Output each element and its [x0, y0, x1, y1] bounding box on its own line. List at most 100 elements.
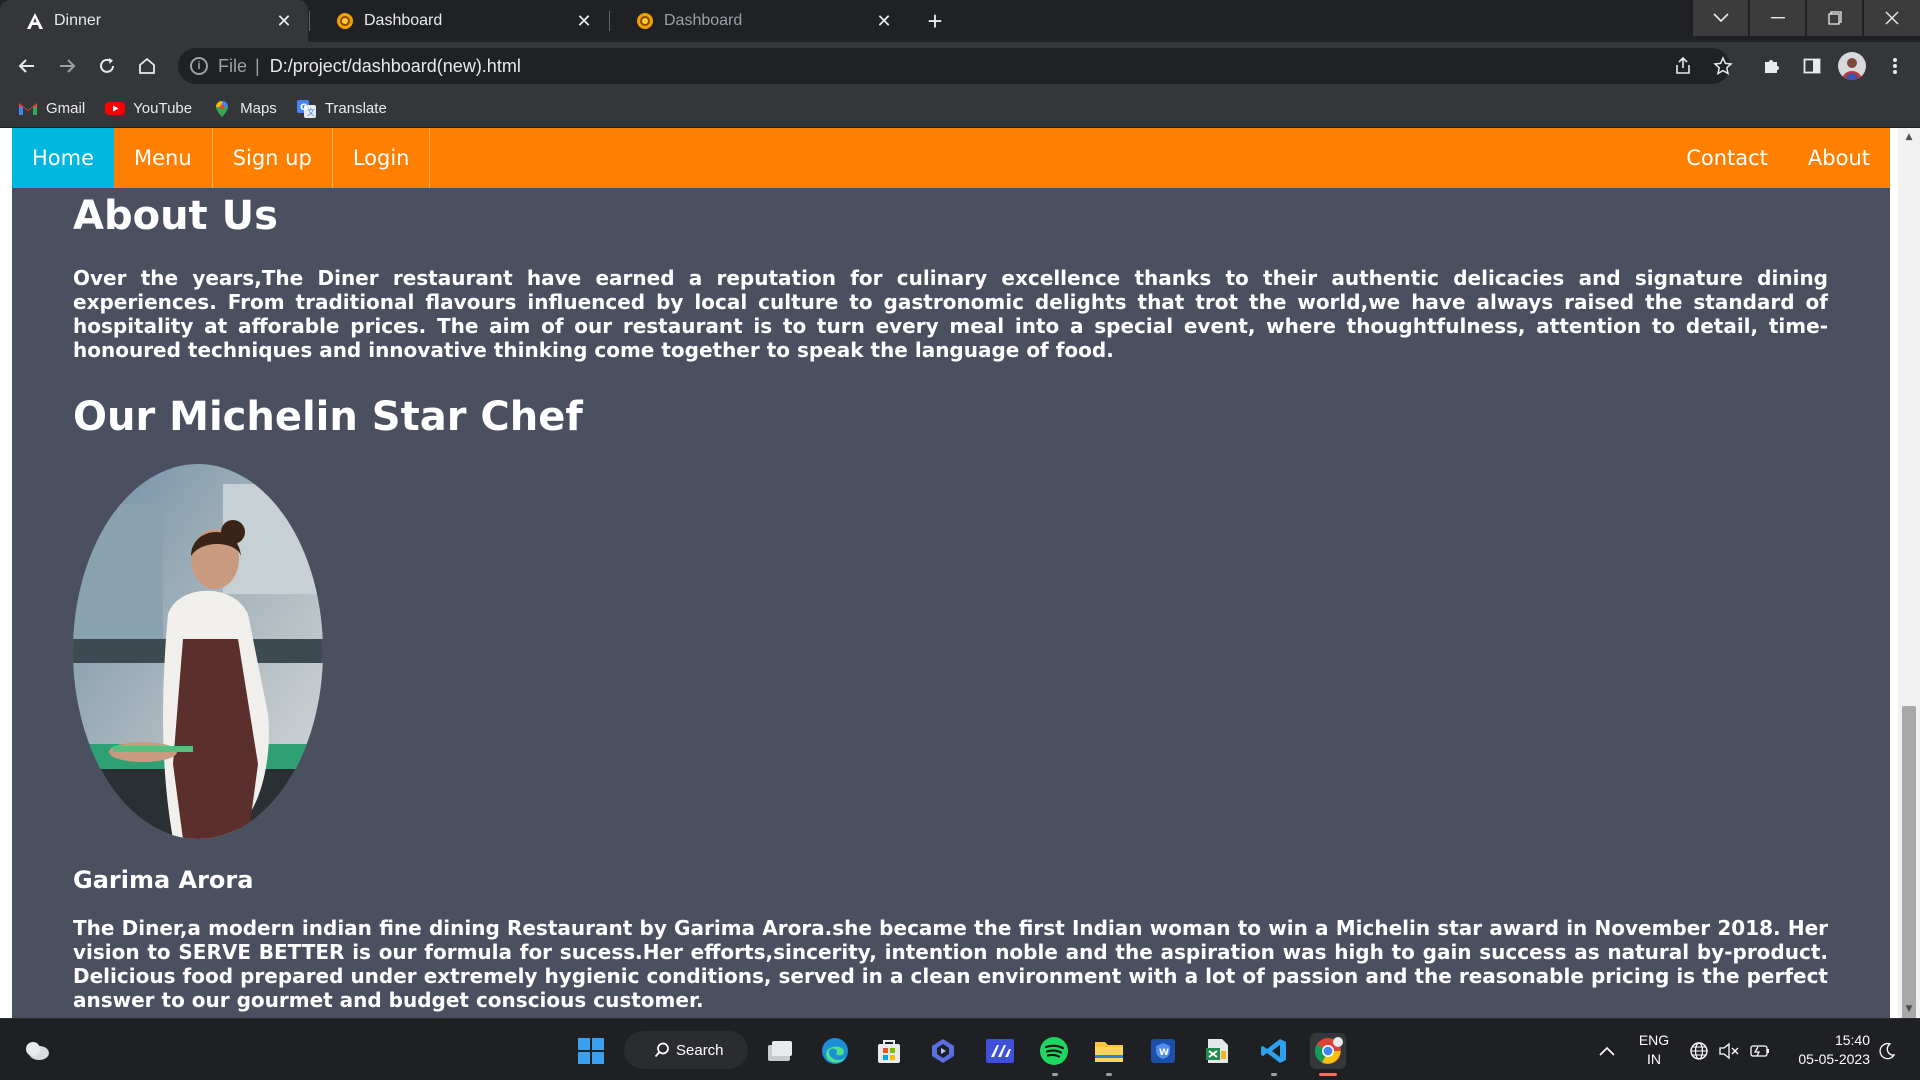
bookmark-label: Gmail — [46, 100, 86, 117]
running-indicator — [1106, 1073, 1112, 1076]
nav-sign-up[interactable]: Sign up — [213, 128, 333, 188]
back-button[interactable] — [11, 50, 43, 82]
task-view-icon[interactable] — [762, 1033, 798, 1069]
lang-region: IN — [1647, 1051, 1661, 1067]
scroll-down-arrow-icon[interactable]: ▼ — [1898, 1000, 1920, 1018]
spotify-icon[interactable] — [1036, 1033, 1072, 1069]
info-icon[interactable]: i — [190, 57, 208, 75]
home-icon — [139, 57, 155, 74]
reload-icon — [100, 58, 114, 73]
arrow-left-icon — [18, 59, 34, 73]
nav-menu[interactable]: Menu — [114, 128, 213, 188]
food-plate-icon — [336, 12, 354, 30]
bookmark-star-button[interactable] — [1708, 51, 1738, 81]
notes-app-icon[interactable] — [982, 1033, 1018, 1069]
about-heading: About Us — [73, 193, 278, 239]
restore-button[interactable] — [1806, 0, 1862, 36]
spreadsheet-app-icon[interactable] — [1199, 1033, 1235, 1069]
profile-avatar[interactable] — [1838, 52, 1866, 80]
close-window-button[interactable] — [1863, 0, 1920, 36]
bookmarks-bar: Gmail YouTube Maps G文 Translate — [0, 90, 1920, 128]
share-button[interactable] — [1668, 51, 1698, 81]
about-paragraph: Over the years,The Diner restaurant have… — [73, 266, 1828, 362]
extensions-button[interactable] — [1757, 51, 1787, 81]
bookmark-maps[interactable]: Maps — [212, 100, 277, 117]
file-explorer-icon[interactable] — [1091, 1033, 1127, 1069]
tray-overflow-chevron-up-icon[interactable] — [1592, 1033, 1622, 1069]
vscode-icon[interactable] — [1256, 1033, 1292, 1069]
search-label: Search — [676, 1041, 724, 1059]
bookmark-youtube[interactable]: YouTube — [105, 100, 192, 117]
close-tab-icon[interactable]: ✕ — [274, 11, 294, 31]
tab-search-button[interactable] — [1692, 0, 1748, 36]
scroll-up-arrow-icon[interactable]: ▲ — [1898, 128, 1920, 146]
tab-title: Dinner — [54, 12, 102, 29]
chevron-down-icon — [1712, 13, 1729, 23]
minimize-button[interactable] — [1749, 0, 1805, 36]
maps-icon — [212, 100, 232, 117]
active-app-indicator — [1319, 1073, 1337, 1076]
chef-paragraph: The Diner,a modern indian fine dining Re… — [73, 916, 1828, 1012]
tab-dinner[interactable]: Dinner ✕ — [0, 0, 308, 42]
page-scrollbar[interactable]: ▲ ▼ — [1898, 128, 1920, 1018]
url-text: D:/project/dashboard(new).html — [269, 55, 521, 76]
forward-button[interactable] — [51, 50, 83, 82]
input-language-indicator[interactable]: ENG IN — [1636, 1031, 1672, 1069]
microsoft-store-icon[interactable] — [871, 1033, 907, 1069]
food-plate-icon — [636, 12, 654, 30]
kebab-menu-icon — [1893, 58, 1897, 74]
tab-dashboard[interactable]: Dashboard ✕ — [310, 0, 608, 42]
windows-start-icon[interactable] — [573, 1033, 609, 1069]
volume-muted-icon[interactable] — [1714, 1033, 1744, 1069]
search-icon — [654, 1042, 669, 1058]
web-page: Home Menu Sign up Login Contact About Ab… — [12, 128, 1890, 1018]
angular-a-icon — [26, 12, 44, 30]
nav-login[interactable]: Login — [333, 128, 431, 188]
lang-code: ENG — [1638, 1032, 1670, 1048]
notification-moon-icon[interactable] — [1872, 1033, 1902, 1069]
weather-widget-icon[interactable] — [19, 1033, 55, 1069]
close-tab-icon[interactable]: ✕ — [874, 11, 894, 31]
reload-button[interactable] — [91, 50, 123, 82]
taskbar-search-button[interactable]: Search — [624, 1031, 748, 1069]
tab-title: Dashboard — [664, 12, 743, 29]
bookmark-gmail[interactable]: Gmail — [18, 100, 85, 117]
side-panel-button[interactable] — [1797, 51, 1827, 81]
tab-dashboard-2[interactable]: Dashboard ✕ — [610, 0, 908, 42]
chef-heading: Our Michelin Star Chef — [73, 394, 583, 440]
battery-icon[interactable] — [1744, 1033, 1774, 1069]
svg-text:W: W — [1159, 1048, 1169, 1058]
gmail-icon — [18, 101, 38, 117]
system-clock[interactable]: 15:40 05-05-2023 — [1780, 1031, 1870, 1069]
chef-name: Garima Arora — [73, 866, 254, 894]
star-icon — [1713, 56, 1733, 75]
chrome-icon[interactable] — [1310, 1033, 1346, 1069]
defender-vpn-icon[interactable]: W — [1145, 1033, 1181, 1069]
scrollbar-thumb[interactable] — [1902, 706, 1916, 1018]
side-panel-icon — [1803, 58, 1821, 74]
nav-about[interactable]: About — [1788, 128, 1890, 188]
arrow-right-icon — [60, 59, 76, 73]
url-scheme: File — [218, 55, 248, 76]
new-tab-button[interactable]: + — [919, 6, 951, 36]
nav-home[interactable]: Home — [12, 128, 115, 188]
chef-photo — [73, 464, 323, 839]
chrome-menu-button[interactable] — [1880, 51, 1910, 81]
puzzle-icon — [1765, 60, 1779, 73]
network-globe-icon[interactable] — [1684, 1033, 1714, 1069]
copilot-icon[interactable] — [925, 1033, 961, 1069]
svg-text:文: 文 — [307, 107, 315, 117]
nav-contact[interactable]: Contact — [1666, 128, 1788, 188]
tab-title: Dashboard — [364, 12, 443, 29]
running-indicator — [1271, 1073, 1277, 1076]
home-button[interactable] — [131, 50, 163, 82]
address-bar[interactable]: i File | D:/project/dashboard(new).html — [178, 48, 1730, 84]
share-icon — [1676, 56, 1690, 74]
clock-date: 05-05-2023 — [1798, 1051, 1870, 1067]
bookmark-translate[interactable]: G文 Translate — [296, 99, 387, 118]
bookmark-label: Maps — [240, 100, 277, 117]
tab-strip: Dinner ✕ Dashboard ✕ Dashboard ✕ + — [0, 0, 1920, 42]
edge-browser-icon[interactable] — [817, 1033, 853, 1069]
close-tab-icon[interactable]: ✕ — [574, 11, 594, 31]
nav-right-group: Contact About — [1666, 128, 1890, 188]
